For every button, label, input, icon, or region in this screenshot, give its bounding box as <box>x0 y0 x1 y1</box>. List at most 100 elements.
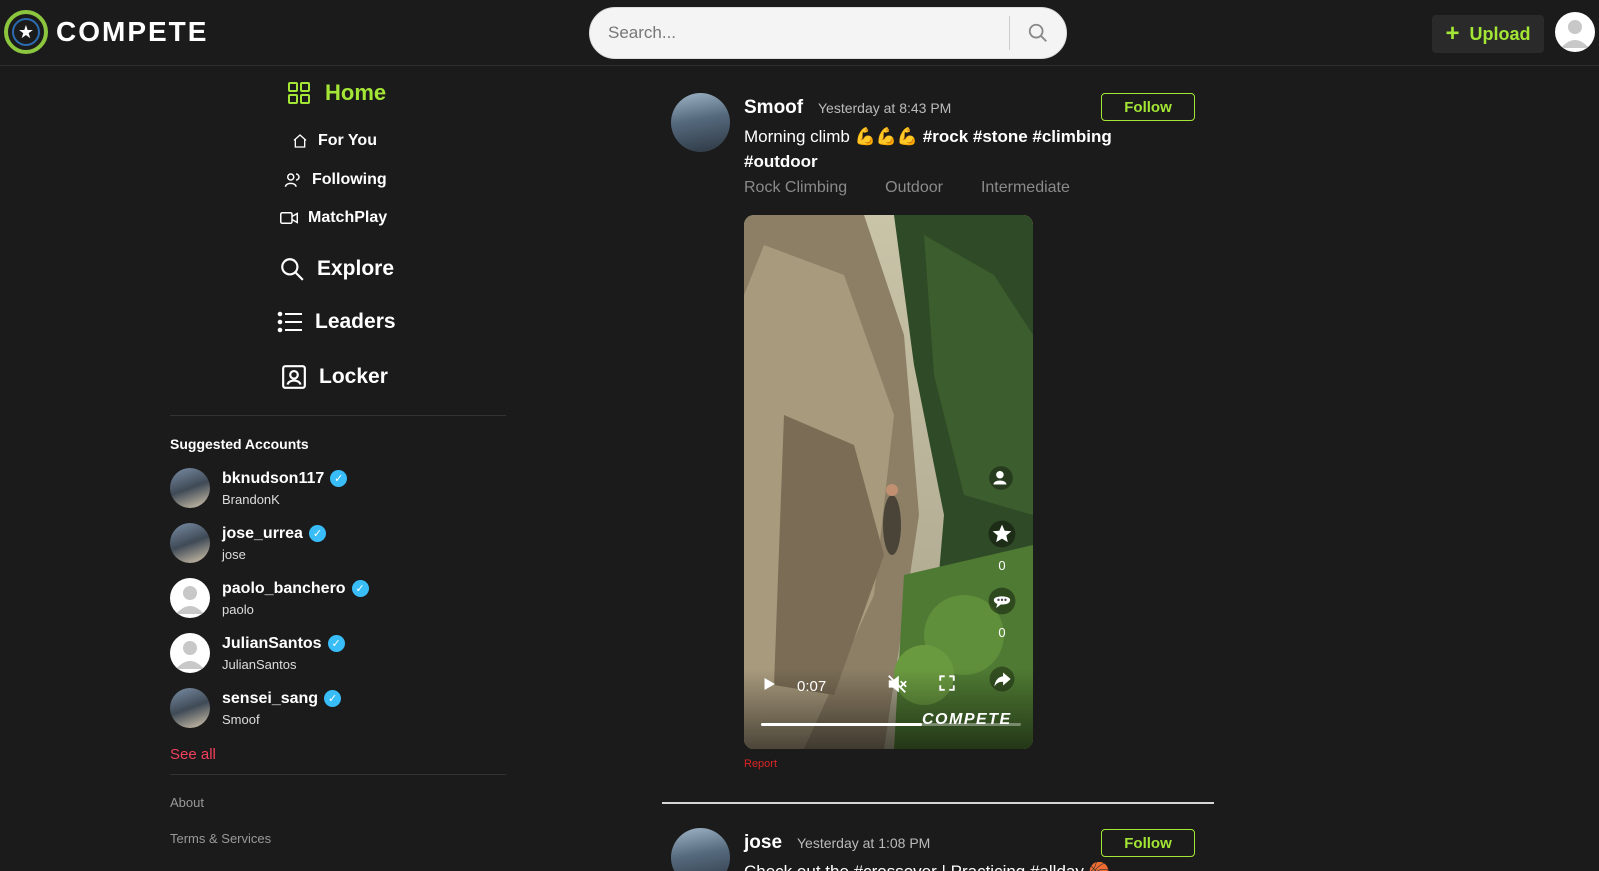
sidebar-divider <box>170 415 506 416</box>
mute-button[interactable] <box>886 673 908 695</box>
caption-hashtags[interactable]: #rock #stone #climbing <box>923 127 1112 146</box>
avatar <box>170 688 210 728</box>
see-all-link[interactable]: See all <box>170 746 216 763</box>
share-button[interactable] <box>989 666 1015 692</box>
people-icon <box>284 173 300 187</box>
caption-text: Morning climb <box>744 127 850 146</box>
user-check-icon <box>989 466 1013 490</box>
star-icon <box>988 520 1016 548</box>
feed-divider <box>662 802 1214 804</box>
nav-locker-label: Locker <box>319 365 388 388</box>
follow-creator-button[interactable] <box>988 465 1014 491</box>
verified-badge-icon: ✓ <box>324 690 342 707</box>
user-silhouette-icon <box>1561 20 1589 48</box>
nav-for-you-label: For You <box>318 132 377 149</box>
house-icon <box>293 134 307 148</box>
compete-logo-icon: ★ <box>4 10 48 54</box>
nav-leaders[interactable]: Leaders <box>277 310 396 334</box>
post-username[interactable]: jose <box>744 832 782 854</box>
magnifier-icon <box>281 258 304 281</box>
about-link[interactable]: About <box>170 795 204 810</box>
post-timestamp: Yesterday at 8:43 PM <box>818 100 952 116</box>
post-username[interactable]: Smoof <box>744 97 803 119</box>
suggested-account[interactable]: paolo_banchero ✓ paolo <box>170 578 369 618</box>
avatar <box>170 468 210 508</box>
tag-chip[interactable]: Intermediate <box>981 179 1070 197</box>
follow-button[interactable]: Follow <box>1101 93 1195 121</box>
share-arrow-icon <box>989 666 1015 692</box>
nav-matchplay-label: MatchPlay <box>308 209 388 226</box>
suggested-account[interactable]: sensei_sang ✓ Smoof <box>170 688 342 728</box>
suggested-accounts-title: Suggested Accounts <box>170 436 309 452</box>
tag-chip[interactable]: Outdoor <box>885 179 943 197</box>
compete-watermark: COMPETE <box>922 711 1012 728</box>
video-progress-fill <box>761 723 923 726</box>
nav-leaders-label: Leaders <box>315 310 396 333</box>
nav-home[interactable]: Home <box>287 80 386 106</box>
suggested-account[interactable]: jose_urrea ✓ jose <box>170 523 326 563</box>
account-name: jose_urrea <box>222 524 303 542</box>
post-caption: Morning climb 💪💪💪 #rock #stone #climbing… <box>744 124 1144 174</box>
search-bar <box>589 7 1067 59</box>
verified-badge-icon: ✓ <box>330 470 348 487</box>
comment-bubble-icon <box>988 587 1016 615</box>
sidebar-divider <box>170 774 506 775</box>
verified-badge-icon: ✓ <box>327 635 345 652</box>
search-icon <box>1028 23 1047 42</box>
id-badge-icon <box>282 365 306 389</box>
account-handle: Smoof <box>222 711 260 727</box>
post-caption: Check out the #crossover | Practicing #a… <box>744 862 1144 871</box>
tag-chip[interactable]: Rock Climbing <box>744 179 847 197</box>
nav-explore[interactable]: Explore <box>279 256 394 282</box>
nav-explore-label: Explore <box>317 257 395 280</box>
report-link[interactable]: Report <box>744 758 777 770</box>
fullscreen-button[interactable] <box>938 674 956 692</box>
video-camera-icon <box>280 212 298 224</box>
nav-home-label: Home <box>325 80 387 105</box>
comment-count: 0 <box>998 625 1006 640</box>
nav-following[interactable]: Following <box>284 171 387 189</box>
account-handle: jose <box>222 546 246 562</box>
video-player[interactable]: 0 0 0:07 COMPETE <box>744 215 1033 749</box>
verified-badge-icon: ✓ <box>308 525 326 542</box>
nav-matchplay[interactable]: MatchPlay <box>280 209 387 227</box>
top-bar: ★ COMPETE + Upload <box>0 0 1599 66</box>
suggested-account[interactable]: JulianSantos ✓ JulianSantos <box>170 633 345 673</box>
nav-locker[interactable]: Locker <box>281 364 388 390</box>
post-tags: Rock Climbing Outdoor Intermediate <box>744 179 1070 197</box>
user-silhouette-icon <box>176 641 204 669</box>
account-name: paolo_banchero <box>222 579 346 597</box>
account-name: JulianSantos <box>222 634 322 652</box>
upload-label: Upload <box>1469 23 1531 44</box>
compete-logo[interactable]: ★ COMPETE <box>4 10 208 54</box>
post-author-avatar[interactable] <box>671 828 730 871</box>
account-handle: paolo <box>222 601 254 617</box>
comment-button[interactable]: 0 <box>988 587 1016 640</box>
logo-text: COMPETE <box>56 16 209 47</box>
account-name: sensei_sang <box>222 689 319 707</box>
plus-icon: + <box>1445 20 1460 47</box>
grid-icon <box>288 82 310 104</box>
post-timestamp: Yesterday at 1:08 PM <box>797 835 931 851</box>
upload-button[interactable]: + Upload <box>1432 15 1544 53</box>
muted-speaker-icon <box>888 675 907 693</box>
account-handle: JulianSantos <box>222 656 297 672</box>
search-input[interactable] <box>590 8 1009 58</box>
nav-for-you[interactable]: For You <box>292 132 377 150</box>
search-button[interactable] <box>1010 8 1066 58</box>
verified-badge-icon: ✓ <box>351 580 369 597</box>
fullscreen-icon <box>939 675 955 691</box>
play-button[interactable] <box>760 675 778 693</box>
profile-avatar[interactable] <box>1555 12 1595 52</box>
follow-button[interactable]: Follow <box>1101 829 1195 857</box>
avatar <box>170 633 210 673</box>
terms-link[interactable]: Terms & Services <box>170 831 271 846</box>
caption-emoji: 💪💪💪 <box>854 127 919 146</box>
post-author-avatar[interactable] <box>671 93 730 152</box>
suggested-account[interactable]: bknudson117 ✓ BrandonK <box>170 468 348 508</box>
nav-following-label: Following <box>312 171 387 188</box>
like-button[interactable]: 0 <box>988 520 1016 573</box>
list-icon <box>277 311 302 333</box>
account-name: bknudson117 <box>222 469 325 487</box>
caption-hashtags[interactable]: #outdoor <box>744 152 818 171</box>
